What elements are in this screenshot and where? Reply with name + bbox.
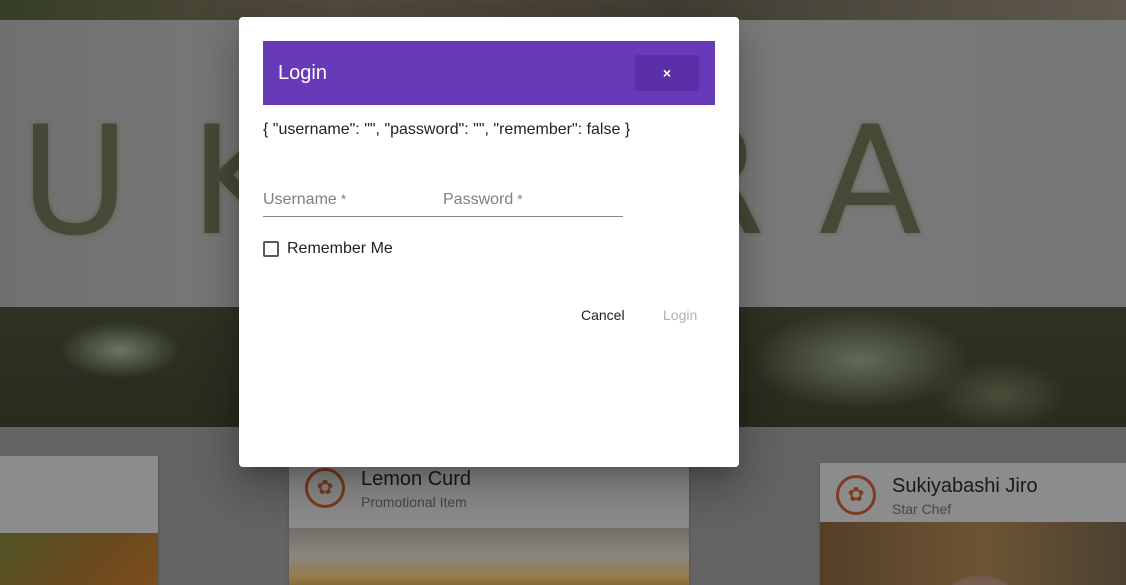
close-button[interactable]: × <box>635 55 699 91</box>
password-input[interactable] <box>443 189 623 217</box>
close-icon: × <box>662 65 672 81</box>
username-input[interactable] <box>263 189 443 217</box>
password-field[interactable]: Password * <box>443 189 623 217</box>
form-state-text: { "username": "", "password": "", "remem… <box>263 121 631 138</box>
remember-checkbox[interactable] <box>263 241 279 257</box>
remember-me[interactable]: Remember Me <box>263 239 393 259</box>
username-field[interactable]: Username * <box>263 189 443 217</box>
login-button[interactable]: Login <box>655 297 705 333</box>
dialog-header: Login × <box>263 41 715 105</box>
remember-label: Remember Me <box>287 240 393 257</box>
cancel-button[interactable]: Cancel <box>573 297 633 333</box>
dialog-title: Login <box>278 62 327 84</box>
login-dialog: Login × { "username": "", "password": ""… <box>239 17 739 467</box>
